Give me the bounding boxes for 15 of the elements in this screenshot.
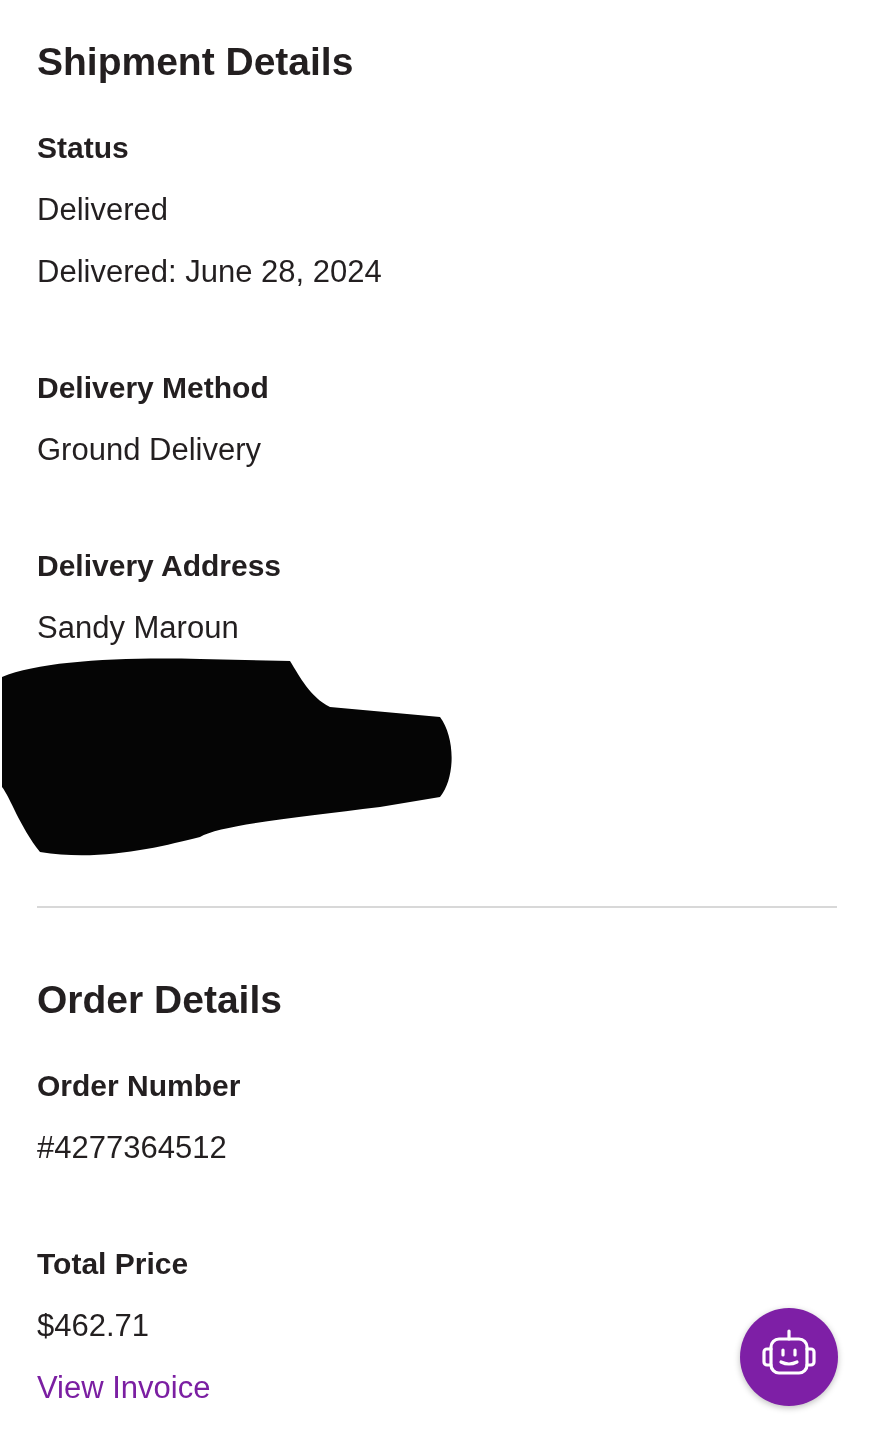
field-value: Sandy Maroun [37,609,239,647]
field-value: #4277364512 [37,1129,227,1167]
field-value: Ground Delivery [37,431,261,469]
view-invoice-link[interactable]: View Invoice [37,1357,211,1419]
field-label: Delivery Address [37,548,281,584]
section-title: Order Details [37,977,282,1023]
field-label: Status [37,130,129,166]
field-value: Delivered: June 28, 2024 [37,253,382,291]
chat-assistant-button[interactable] [740,1308,838,1406]
field-value: $462.71 [37,1307,150,1345]
field-label: Total Price [37,1246,189,1282]
field-value: Delivered [37,191,168,229]
section-title: Shipment Details [37,39,354,85]
field-label: Order Number [37,1068,241,1104]
field-label: Delivery Method [37,370,269,406]
